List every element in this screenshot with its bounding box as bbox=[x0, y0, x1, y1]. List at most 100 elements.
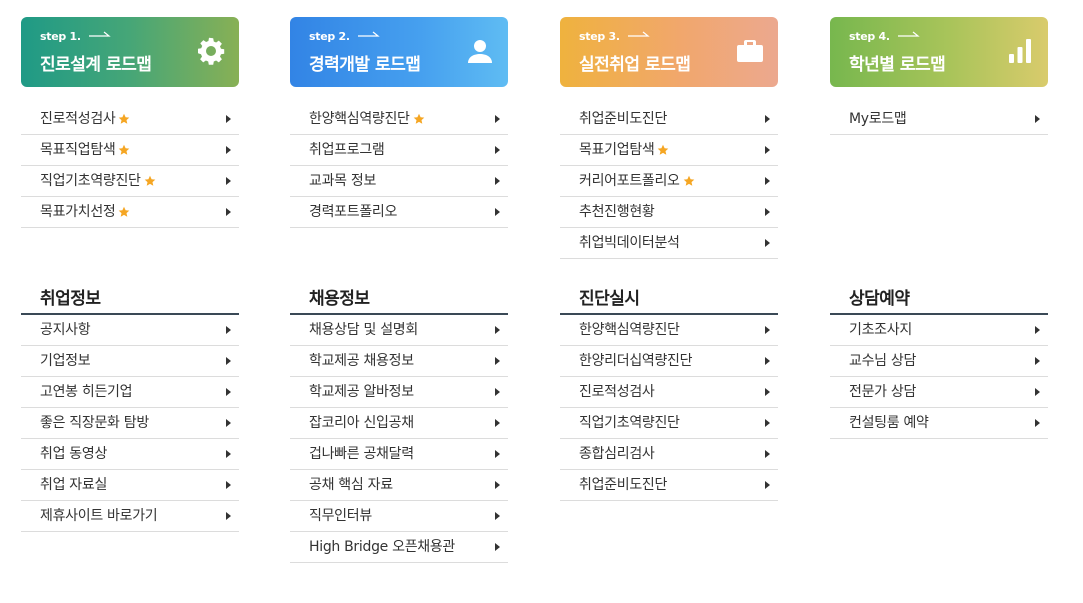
section-link[interactable]: 잡코리아 신입공채 bbox=[290, 408, 508, 439]
roadmap-card-career-development[interactable]: step 2. 경력개발 로드맵 bbox=[290, 17, 508, 87]
section-link[interactable]: 기초조사지 bbox=[830, 315, 1048, 346]
menu-item[interactable]: 교과목 정보 bbox=[290, 166, 508, 197]
chevron-right-icon bbox=[495, 481, 500, 489]
menu-item[interactable]: 목표기업탐색 bbox=[560, 135, 778, 166]
section-link-label: 교수님 상담 bbox=[849, 353, 917, 369]
section-menu: 채용상담 및 설명회 학교제공 채용정보 학교제공 알바정보 잡코리아 신입공채… bbox=[290, 315, 508, 563]
section-link[interactable]: 교수님 상담 bbox=[830, 346, 1048, 377]
section-link[interactable]: High Bridge 오픈채용관 bbox=[290, 532, 508, 563]
arrow-right-icon bbox=[357, 31, 380, 39]
section-link-label: 직무인터뷰 bbox=[309, 508, 372, 524]
section-link-label: 컨설팅룸 예약 bbox=[849, 415, 929, 431]
section-link[interactable]: 한양핵심역량진단 bbox=[560, 315, 778, 346]
chevron-right-icon bbox=[495, 512, 500, 520]
section-link-label: 기초조사지 bbox=[849, 322, 912, 338]
section-link[interactable]: 겁나빠른 공채달력 bbox=[290, 439, 508, 470]
menu-item-label: 취업빅데이터분석 bbox=[579, 235, 680, 251]
section-link[interactable]: 취업 자료실 bbox=[21, 470, 239, 501]
section-link-label: 취업 자료실 bbox=[40, 477, 108, 493]
menu-item[interactable]: 취업준비도진단 bbox=[560, 104, 778, 135]
menu-item[interactable]: 목표가치선정 bbox=[21, 197, 239, 228]
section-link[interactable]: 학교제공 알바정보 bbox=[290, 377, 508, 408]
menu-item[interactable]: 커리어포트폴리오 bbox=[560, 166, 778, 197]
star-icon bbox=[657, 137, 669, 155]
section-menu: 기초조사지 교수님 상담 전문가 상담 컨설팅룸 예약 bbox=[830, 315, 1048, 439]
menu-item[interactable]: 경력포트폴리오 bbox=[290, 197, 508, 228]
section-link[interactable]: 고연봉 히든기업 bbox=[21, 377, 239, 408]
section-link-label: 직업기초역량진단 bbox=[579, 415, 680, 431]
chevron-right-icon bbox=[226, 357, 231, 365]
section-link[interactable]: 한양리더십역량진단 bbox=[560, 346, 778, 377]
step-label: step 4. bbox=[849, 30, 920, 43]
section-link[interactable]: 컨설팅룸 예약 bbox=[830, 408, 1048, 439]
menu-item-label: My로드맵 bbox=[849, 111, 907, 127]
chevron-right-icon bbox=[495, 326, 500, 334]
section-link[interactable]: 좋은 직장문화 탐방 bbox=[21, 408, 239, 439]
chevron-right-icon bbox=[1035, 115, 1040, 123]
chevron-right-icon bbox=[1035, 326, 1040, 334]
section-link[interactable]: 직업기초역량진단 bbox=[560, 408, 778, 439]
section-link[interactable]: 취업 동영상 bbox=[21, 439, 239, 470]
menu-item[interactable]: 목표직업탐색 bbox=[21, 135, 239, 166]
chevron-right-icon bbox=[1035, 419, 1040, 427]
step-label: step 3. bbox=[579, 30, 650, 43]
gear-icon bbox=[195, 35, 227, 67]
chevron-right-icon bbox=[495, 177, 500, 185]
section-link[interactable]: 직무인터뷰 bbox=[290, 501, 508, 532]
section-link[interactable]: 전문가 상담 bbox=[830, 377, 1048, 408]
section-link[interactable]: 제휴사이트 바로가기 bbox=[21, 501, 239, 532]
chevron-right-icon bbox=[226, 146, 231, 154]
section-link[interactable]: 학교제공 채용정보 bbox=[290, 346, 508, 377]
arrow-right-icon bbox=[88, 31, 111, 39]
section-link[interactable]: 공지사항 bbox=[21, 315, 239, 346]
menu-item[interactable]: 한양핵심역량진단 bbox=[290, 104, 508, 135]
chevron-right-icon bbox=[495, 388, 500, 396]
menu-item[interactable]: 추천진행현황 bbox=[560, 197, 778, 228]
menu-item[interactable]: 진로적성검사 bbox=[21, 104, 239, 135]
section-link[interactable]: 종합심리검사 bbox=[560, 439, 778, 470]
menu-item[interactable]: 직업기초역량진단 bbox=[21, 166, 239, 197]
bar-chart-icon bbox=[1004, 35, 1036, 67]
star-icon bbox=[683, 168, 695, 186]
chevron-right-icon bbox=[495, 208, 500, 216]
chevron-right-icon bbox=[495, 115, 500, 123]
roadmap-card-by-grade[interactable]: step 4. 학년별 로드맵 bbox=[830, 17, 1048, 87]
chevron-right-icon bbox=[765, 146, 770, 154]
menu-item[interactable]: My로드맵 bbox=[830, 104, 1048, 135]
section-link-label: 전문가 상담 bbox=[849, 384, 917, 400]
roadmap-column-1: step 1. 진로설계 로드맵 진로적성검사 목표직업탐색 직업기초역량진단 … bbox=[21, 0, 239, 228]
chevron-right-icon bbox=[495, 450, 500, 458]
chevron-right-icon bbox=[226, 388, 231, 396]
chevron-right-icon bbox=[226, 208, 231, 216]
section-title: 채용정보 bbox=[290, 284, 508, 315]
section-link-label: 한양핵심역량진단 bbox=[579, 322, 680, 338]
roadmap-card-job-practice[interactable]: step 3. 실전취업 로드맵 bbox=[560, 17, 778, 87]
chevron-right-icon bbox=[495, 357, 500, 365]
menu-item-label: 진로적성검사 bbox=[40, 111, 116, 127]
roadmap-menu-4: My로드맵 bbox=[830, 104, 1048, 135]
section-link[interactable]: 공채 핵심 자료 bbox=[290, 470, 508, 501]
roadmap-card-career-design[interactable]: step 1. 진로설계 로드맵 bbox=[21, 17, 239, 87]
section-title: 취업정보 bbox=[21, 284, 239, 315]
chevron-right-icon bbox=[765, 208, 770, 216]
briefcase-icon bbox=[734, 35, 766, 67]
section-link-label: 학교제공 채용정보 bbox=[309, 353, 414, 369]
section-link[interactable]: 진로적성검사 bbox=[560, 377, 778, 408]
roadmap-title: 경력개발 로드맵 bbox=[309, 55, 421, 75]
section-link-label: 기업정보 bbox=[40, 353, 91, 369]
chevron-right-icon bbox=[765, 326, 770, 334]
section-diagnosis: 진단실시 한양핵심역량진단 한양리더십역량진단 진로적성검사 직업기초역량진단 … bbox=[560, 284, 778, 501]
section-link-label: 종합심리검사 bbox=[579, 446, 655, 462]
section-link[interactable]: 기업정보 bbox=[21, 346, 239, 377]
roadmap-column-3: step 3. 실전취업 로드맵 취업준비도진단 목표기업탐색 커리어포트폴리오… bbox=[560, 0, 778, 259]
section-link[interactable]: 채용상담 및 설명회 bbox=[290, 315, 508, 346]
menu-item[interactable]: 취업빅데이터분석 bbox=[560, 228, 778, 259]
section-link-label: 겁나빠른 공채달력 bbox=[309, 446, 414, 462]
star-icon bbox=[413, 106, 425, 124]
section-link-label: 공지사항 bbox=[40, 322, 91, 338]
section-link[interactable]: 취업준비도진단 bbox=[560, 470, 778, 501]
roadmap-title: 학년별 로드맵 bbox=[849, 55, 946, 75]
section-link-label: 공채 핵심 자료 bbox=[309, 477, 393, 493]
menu-item[interactable]: 취업프로그램 bbox=[290, 135, 508, 166]
chevron-right-icon bbox=[495, 543, 500, 551]
